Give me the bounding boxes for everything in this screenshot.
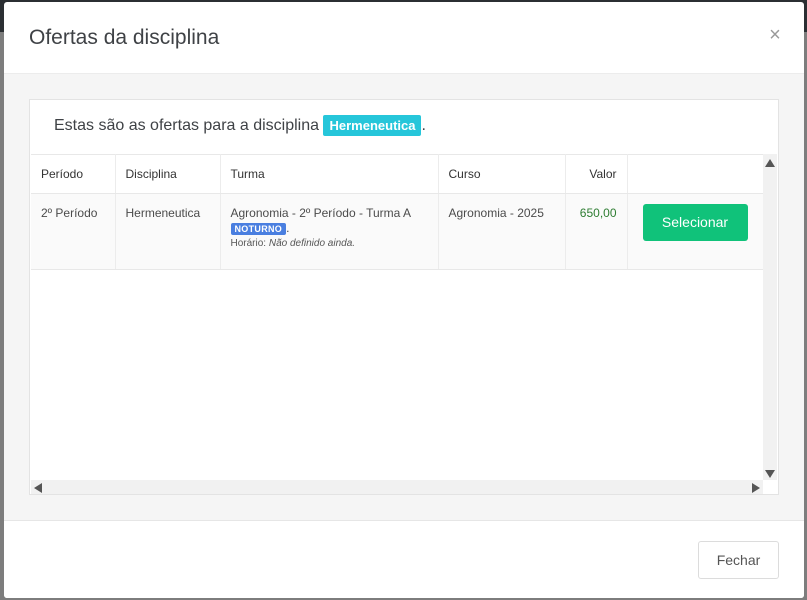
offers-panel: Estas são as ofertas para a disciplina H… <box>29 99 779 495</box>
cell-disciplina: Hermeneutica <box>115 193 221 270</box>
offers-modal: Ofertas da disciplina × Estas são as ofe… <box>4 2 804 598</box>
cell-curso: Agronomia - 2025 <box>438 193 566 270</box>
header-action <box>627 154 763 194</box>
modal-body: Estas são as ofertas para a disciplina H… <box>4 74 804 521</box>
subject-tag: Hermeneutica <box>323 115 422 136</box>
arrow-right-icon[interactable] <box>752 483 760 493</box>
header-disciplina: Disciplina <box>115 154 221 194</box>
turno-badge: NOTURNO <box>230 223 287 235</box>
turno-line: NOTURNO. <box>230 220 428 235</box>
horario-text: Horário: Não definido ainda. <box>231 238 428 249</box>
close-button[interactable]: Fechar <box>698 541 779 579</box>
offers-table-container[interactable]: Período Disciplina Turma Curso Valor 2º … <box>31 154 778 494</box>
intro-end: . <box>421 117 426 134</box>
panel-heading: Estas são as ofertas para a disciplina H… <box>54 115 426 137</box>
vertical-scrollbar[interactable] <box>763 154 777 480</box>
header-turma: Turma <box>220 154 439 194</box>
horario-value: Não definido ainda. <box>268 238 356 249</box>
cell-periodo: 2º Período <box>31 193 116 270</box>
header-periodo: Período <box>31 154 116 194</box>
table-header-row: Período Disciplina Turma Curso Valor <box>31 154 763 194</box>
header-valor: Valor <box>565 154 628 194</box>
arrow-down-icon[interactable] <box>765 470 775 478</box>
modal-title: Ofertas da disciplina <box>29 26 220 49</box>
cell-turma: Agronomia - 2º Período - Turma A NOTURNO… <box>220 193 439 270</box>
arrow-left-icon[interactable] <box>34 483 42 493</box>
cell-valor: 650,00 <box>565 193 628 270</box>
cell-action: Selecionar <box>627 193 763 270</box>
horario-label: Horário: <box>230 238 269 249</box>
arrow-up-icon[interactable] <box>765 159 775 167</box>
select-offer-button[interactable]: Selecionar <box>642 204 748 241</box>
close-icon[interactable]: × <box>768 25 782 45</box>
modal-header: Ofertas da disciplina × <box>4 2 804 74</box>
header-curso: Curso <box>438 154 566 194</box>
table-row: 2º Período Hermeneutica Agronomia - 2º P… <box>31 193 763 270</box>
modal-footer: Fechar <box>4 521 804 598</box>
intro-text: Estas são as ofertas para a disciplina <box>54 117 324 134</box>
offers-table: Período Disciplina Turma Curso Valor 2º … <box>31 154 763 270</box>
horizontal-scrollbar[interactable] <box>31 480 763 494</box>
turma-name: Agronomia - 2º Período - Turma A <box>230 206 411 220</box>
turno-end: . <box>286 221 290 235</box>
